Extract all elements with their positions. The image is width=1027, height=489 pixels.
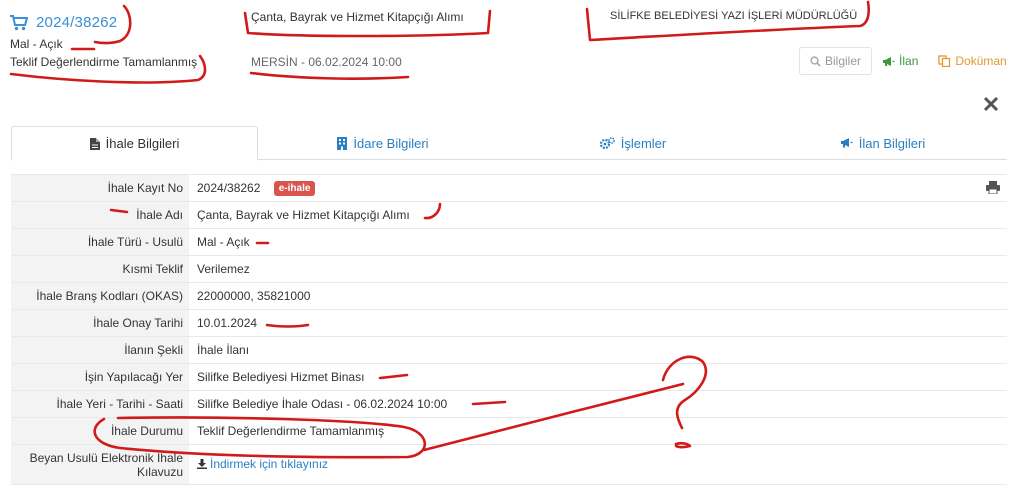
tender-number: 2024/38262 — [36, 14, 118, 31]
table-row: İşin Yapılacağı Yer Silifke Belediyesi H… — [11, 363, 1007, 391]
tender-summary: 2024/38262 Mal - Açık Teklif Değerlendir… — [10, 14, 197, 69]
tender-title-block: Çanta, Bayrak ve Hizmet Kitapçığı Alımı — [251, 10, 464, 24]
row-value: İhale İlanı — [197, 343, 250, 357]
row-label: İhale Yeri - Tarihi - Saati — [11, 390, 189, 418]
tender-details-table: İhale Kayıt No 2024/38262 e-ihale İhale … — [11, 174, 1007, 485]
row-value: Mal - Açık — [197, 235, 250, 249]
kilavuz-download-link[interactable]: İndirmek için tıklayınız — [197, 457, 328, 471]
row-value: Verilemez — [197, 262, 250, 276]
row-value: 10.01.2024 — [197, 316, 258, 330]
row-label: İhale Türü - Usulü — [11, 228, 189, 256]
tab-label: İdare Bilgileri — [353, 135, 429, 151]
bilgiler-label: Bilgiler — [825, 54, 862, 68]
row-label: İhale Onay Tarihi — [11, 309, 189, 337]
print-icon[interactable] — [986, 181, 1000, 194]
row-label: İlanın Şekli — [11, 336, 189, 364]
tab-label: İhale Bilgileri — [105, 136, 180, 151]
institution-name: SİLİFKE BELEDİYESİ YAZI İŞLERİ MÜDÜRLÜĞÜ — [610, 10, 858, 22]
kilavuz-label-line2: Kılavuzu — [136, 464, 183, 479]
table-row: İhale Türü - Usulü Mal - Açık — [11, 228, 1007, 256]
row-value: 22000000, 35821000 — [197, 289, 311, 303]
ilan-button[interactable]: İlan — [872, 47, 928, 75]
row-label: İhale Kayıt No — [11, 174, 189, 202]
bilgiler-button[interactable]: Bilgiler — [799, 47, 873, 75]
close-icon[interactable] — [982, 95, 1000, 113]
table-row: İhale Kayıt No 2024/38262 e-ihale — [11, 174, 1007, 202]
table-row: İhale Adı Çanta, Bayrak ve Hizmet Kitapç… — [11, 201, 1007, 229]
row-label: Beyan Usulü Elektronik İhale Kılavuzu — [11, 444, 189, 485]
table-row: İhale Branş Kodları (OKAS) 22000000, 358… — [11, 282, 1007, 310]
ilan-label: İlan — [899, 54, 919, 68]
dokuman-label: Doküman — [955, 54, 1007, 68]
table-row: İhale Onay Tarihi 10.01.2024 — [11, 309, 1007, 337]
row-value: Çanta, Bayrak ve Hizmet Kitapçığı Alımı — [197, 208, 410, 222]
row-label: İhale Adı — [11, 201, 189, 229]
row-value: 2024/38262 e-ihale — [189, 175, 1007, 202]
tender-status-line: Teklif Değerlendirme Tamamlanmış — [10, 55, 198, 69]
tab-label: İşlemler — [620, 135, 667, 151]
tab-label: İlan Bilgileri — [858, 135, 926, 151]
dokuman-button[interactable]: Doküman — [928, 47, 1016, 75]
tab-islemler[interactable]: İşlemler — [508, 126, 758, 160]
building-icon — [337, 136, 348, 150]
tab-ilan-bilgileri[interactable]: İlan Bilgileri — [758, 126, 1007, 160]
row-value: Silifke Belediye İhale Odası - 06.02.202… — [197, 397, 448, 411]
tab-idare-bilgileri[interactable]: İdare Bilgileri — [258, 126, 508, 160]
ehale-badge: e-ihale — [273, 180, 316, 196]
gears-icon — [599, 136, 615, 149]
tender-type-line: Mal - Açık — [10, 37, 63, 51]
row-label: İşin Yapılacağı Yer — [11, 363, 189, 391]
table-row: Kısmi Teklif Verilemez — [11, 255, 1007, 283]
download-link-label: İndirmek için tıklayınız — [210, 457, 329, 471]
search-icon — [810, 55, 821, 67]
cart-icon — [10, 14, 28, 30]
table-row: İhale Yeri - Tarihi - Saati Silifke Bele… — [11, 390, 1007, 418]
table-row: Beyan Usulü Elektronik İhale Kılavuzu İn… — [11, 444, 1007, 485]
table-row: İlanın Şekli İhale İlanı — [11, 336, 1007, 364]
row-value: Teklif Değerlendirme Tamamlanmış — [197, 424, 385, 438]
row-value: Silifke Belediyesi Hizmet Binası — [197, 370, 365, 384]
megaphone-icon — [883, 56, 895, 66]
copy-icon — [938, 55, 951, 67]
tender-header: 2024/38262 Mal - Açık Teklif Değerlendir… — [0, 0, 1027, 95]
table-row: İhale Durumu Teklif Değerlendirme Tamaml… — [11, 417, 1007, 445]
row-label: Kısmi Teklif — [11, 255, 189, 283]
document-icon — [89, 137, 100, 150]
row-label: İhale Branş Kodları (OKAS) — [11, 282, 189, 310]
row-value: İndirmek için tıklayınız — [189, 445, 1007, 485]
tender-location-date: MERSİN - 06.02.2024 10:00 — [251, 55, 402, 69]
tab-ihale-bilgileri[interactable]: İhale Bilgileri — [11, 126, 258, 161]
tender-number-row: 2024/38262 — [10, 14, 197, 31]
kilavuz-label-line1: Beyan Usulü Elektronik İhale — [29, 450, 183, 465]
megaphone-icon — [840, 138, 853, 148]
tender-tabs: İhale Bilgileri İdare Bilgileri İşlemler… — [11, 126, 1007, 161]
row-label: İhale Durumu — [11, 417, 189, 445]
header-actions: Bilgiler İlan Doküman — [799, 47, 1017, 75]
tender-title: Çanta, Bayrak ve Hizmet Kitapçığı Alımı — [251, 10, 464, 24]
kayit-no-value: 2024/38262 — [197, 180, 261, 195]
download-icon — [197, 459, 207, 469]
